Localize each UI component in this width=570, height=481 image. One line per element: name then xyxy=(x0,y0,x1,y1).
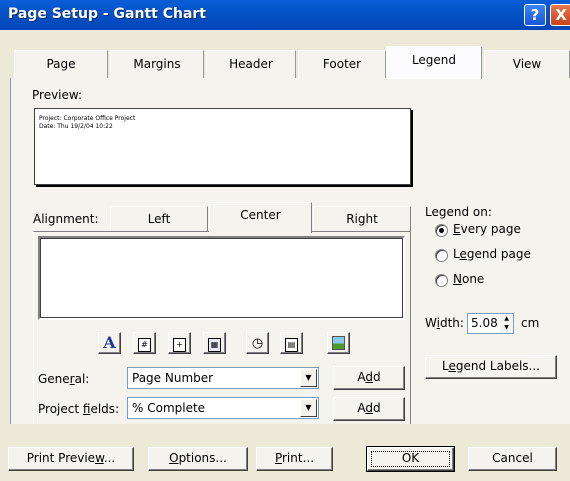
help-button[interactable]: ? xyxy=(524,4,546,26)
tab-margins[interactable]: Margins xyxy=(110,50,204,78)
project-fields-select[interactable]: % Complete ▼ xyxy=(127,397,319,419)
print-suffix: rint... xyxy=(282,451,315,465)
preview-line-date: Date: Thu 19/2/04 10:22 xyxy=(39,123,113,130)
width-label-prefix: W xyxy=(425,316,437,330)
radio-none-label[interactable]: None xyxy=(453,272,484,286)
alignment-label: Alignment: xyxy=(33,212,99,226)
width-unit: cm xyxy=(521,316,540,330)
legend-on-label: Legend on: xyxy=(425,205,492,219)
print-button[interactable]: Print... xyxy=(256,447,333,471)
general-label-prefix: Gene xyxy=(38,372,70,386)
radio-legend-page-label[interactable]: Legend page xyxy=(453,247,531,261)
picture-icon xyxy=(332,336,345,350)
file-name-icon: ▤ xyxy=(285,338,298,352)
options-suffix: ptions... xyxy=(178,451,227,465)
alignment-tab-right[interactable]: Right xyxy=(313,206,411,232)
insert-page-number-button[interactable]: # xyxy=(133,332,156,354)
every-page-rest: very page xyxy=(460,222,521,236)
legend-text-area[interactable] xyxy=(38,236,405,320)
legend-page-rest: gend page xyxy=(466,247,531,261)
legend-labels-button[interactable]: Legend Labels... xyxy=(425,355,557,379)
legend-labels-suffix: gend Labels... xyxy=(455,359,540,373)
tab-page[interactable]: Page xyxy=(14,50,108,78)
project-fields-label: Project fields: xyxy=(38,402,119,416)
project-fields-add-suffix: d xyxy=(373,401,381,415)
page-setup-dialog: Page Setup - Gantt Chart ? X Page Margin… xyxy=(0,0,570,481)
general-add-button[interactable]: Add xyxy=(333,366,405,390)
legend-page-key: e xyxy=(459,247,467,261)
insert-date-button[interactable]: ▦ xyxy=(203,332,226,354)
print-preview-suffix: ... xyxy=(103,451,116,465)
tab-view[interactable]: View xyxy=(484,50,570,78)
radio-none[interactable] xyxy=(435,274,448,287)
ok-button[interactable]: OK xyxy=(366,446,455,472)
print-preview-prefix: Print Previe xyxy=(26,451,96,465)
general-label: General: xyxy=(38,372,89,386)
preview-box: Project: Corporate Office Project Date: … xyxy=(34,108,411,185)
insert-file-name-button[interactable]: ▤ xyxy=(280,332,303,354)
project-fields-label-prefix: Project xyxy=(38,402,83,416)
close-button[interactable]: X xyxy=(550,4,570,26)
width-label: Width: xyxy=(425,316,464,330)
project-fields-select-value: % Complete xyxy=(132,401,206,415)
insert-total-pages-button[interactable]: + xyxy=(168,332,191,354)
spin-down-icon[interactable]: ▼ xyxy=(500,324,513,332)
page-number-icon: # xyxy=(138,338,151,352)
project-fields-label-suffix: ields: xyxy=(90,402,120,416)
tab-footer[interactable]: Footer xyxy=(298,50,386,78)
general-add-suffix: d xyxy=(373,370,381,384)
tab-header[interactable]: Header xyxy=(206,50,296,78)
project-fields-add-key: d xyxy=(365,401,373,415)
none-key: N xyxy=(453,272,462,286)
preview-line-project: Project: Corporate Office Project xyxy=(39,115,136,122)
options-button[interactable]: Options... xyxy=(148,447,248,471)
chevron-down-icon[interactable]: ▼ xyxy=(300,369,317,387)
window-title: Page Setup - Gantt Chart xyxy=(8,6,206,22)
none-rest: one xyxy=(461,272,485,286)
legend-labels-key: e xyxy=(448,359,456,373)
chevron-down-icon[interactable]: ▼ xyxy=(300,399,317,417)
print-preview-button[interactable]: Print Preview... xyxy=(8,447,134,471)
insert-picture-button[interactable] xyxy=(327,332,350,354)
spin-up-icon[interactable]: ▲ xyxy=(500,315,513,323)
width-label-suffix: dth: xyxy=(439,316,464,330)
alignment-tab-left[interactable]: Left xyxy=(110,206,208,232)
general-add-key: d xyxy=(365,370,373,384)
insert-time-button[interactable]: ◷ xyxy=(246,332,269,354)
focus-ring xyxy=(371,451,450,467)
alignment-tab-center[interactable]: Center xyxy=(209,202,312,233)
options-key: O xyxy=(169,451,179,465)
radio-every-page[interactable] xyxy=(435,224,448,237)
general-select[interactable]: Page Number ▼ xyxy=(127,367,319,389)
date-icon: ▦ xyxy=(208,338,221,352)
cancel-button[interactable]: Cancel xyxy=(468,447,557,471)
print-preview-key: w xyxy=(95,451,104,465)
font-icon: A xyxy=(103,333,116,352)
radio-legend-page[interactable] xyxy=(435,249,448,262)
tab-legend[interactable]: Legend xyxy=(386,46,482,79)
radio-every-page-label[interactable]: Every page xyxy=(453,222,521,236)
project-fields-add-button[interactable]: Add xyxy=(333,397,405,421)
print-key: P xyxy=(274,451,282,465)
format-text-font-button[interactable]: A xyxy=(98,332,121,354)
title-bar[interactable]: Page Setup - Gantt Chart ? X xyxy=(0,0,570,30)
general-select-value: Page Number xyxy=(132,371,214,385)
width-spinner[interactable]: ▲ ▼ xyxy=(500,315,513,332)
general-label-suffix: al: xyxy=(74,372,90,386)
every-page-key: E xyxy=(453,222,461,236)
time-icon: ◷ xyxy=(251,336,264,351)
total-pages-icon: + xyxy=(173,338,186,352)
preview-label: Preview: xyxy=(32,88,83,102)
